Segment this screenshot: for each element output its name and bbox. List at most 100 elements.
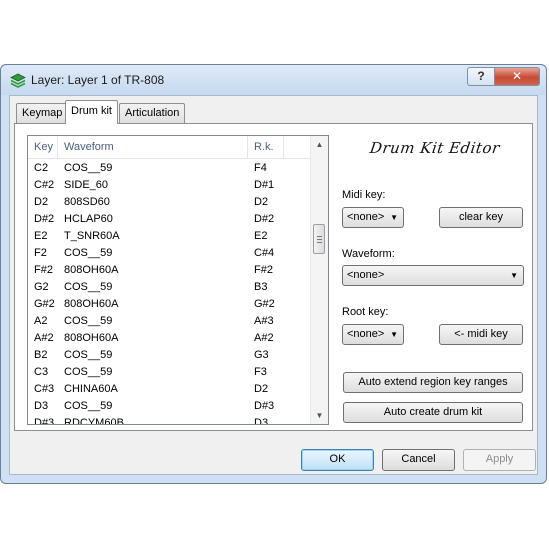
- scroll-up-icon[interactable]: ▲: [311, 136, 328, 153]
- close-button[interactable]: ✕: [494, 67, 540, 86]
- row-root-key: B3: [254, 281, 268, 293]
- row-waveform: COS__59: [64, 400, 113, 412]
- list-row[interactable]: F#2 808OH60A F#2: [28, 262, 311, 279]
- list-row[interactable]: G#2 808OH60A G#2: [28, 296, 311, 313]
- list-row[interactable]: G2 COS__59 B3: [28, 279, 311, 296]
- ok-button[interactable]: OK: [301, 449, 374, 471]
- midi-key-label: Midi key:: [342, 189, 386, 201]
- list-row[interactable]: C#3 CHINA60A D2: [28, 381, 311, 398]
- row-key: C2: [34, 162, 49, 174]
- column-header-waveform[interactable]: Waveform: [58, 136, 248, 158]
- scroll-thumb[interactable]: [313, 224, 325, 254]
- row-waveform: T_SNR60A: [64, 230, 120, 242]
- scroll-down-icon[interactable]: ▼: [311, 407, 328, 424]
- list-rows: C2 COS__59 F4 C#2 SIDE_60 D#1 D2 808SD60 D2 D#2 HC…: [28, 160, 311, 425]
- waveform-value: <none>: [347, 269, 385, 281]
- list-row[interactable]: C2 COS__59 F4: [28, 160, 311, 177]
- row-root-key: A#2: [254, 332, 274, 344]
- column-header-root-key[interactable]: R.k.: [248, 136, 284, 158]
- row-key: D#2: [34, 213, 55, 225]
- row-waveform: COS__59: [64, 366, 113, 378]
- waveform-select[interactable]: <none> ▼: [342, 265, 524, 286]
- list-row[interactable]: C3 COS__59 F3: [28, 364, 311, 381]
- tab-drum-kit[interactable]: Drum kit: [65, 100, 118, 124]
- waveform-label: Waveform:: [342, 248, 395, 260]
- root-key-select[interactable]: <none> ▼: [342, 324, 404, 345]
- midi-key-button[interactable]: <- midi key: [439, 324, 523, 345]
- row-root-key: D#1: [254, 179, 275, 191]
- midi-key-select[interactable]: <none> ▼: [342, 207, 404, 228]
- list-row[interactable]: D3 COS__59 D#3: [28, 398, 311, 415]
- drum-kit-panel: Key Waveform R.k. C2 COS__59 F4 C#2 SIDE_60 D…: [14, 123, 533, 431]
- row-root-key: F#2: [254, 264, 273, 276]
- row-key: G#2: [34, 298, 55, 310]
- tab-keymap[interactable]: Keymap: [16, 103, 69, 123]
- list-row[interactable]: D#2 HCLAP60 D#2: [28, 211, 311, 228]
- row-key: F#2: [34, 264, 53, 276]
- row-waveform: HCLAP60: [64, 213, 113, 225]
- help-icon: ?: [477, 69, 485, 83]
- list-row[interactable]: F2 COS__59 C#4: [28, 245, 311, 262]
- list-row[interactable]: D#3 RDCYM60B D3: [28, 415, 311, 425]
- apply-button: Apply: [463, 449, 536, 471]
- row-key: B2: [34, 349, 48, 361]
- row-waveform: 808OH60A: [64, 264, 119, 276]
- chevron-down-icon: ▼: [390, 213, 398, 222]
- row-key: C#2: [34, 179, 55, 191]
- row-root-key: G3: [254, 349, 269, 361]
- row-key: D3: [34, 400, 49, 412]
- list-row[interactable]: C#2 SIDE_60 D#1: [28, 177, 311, 194]
- row-root-key: A#3: [254, 315, 274, 327]
- column-header-key[interactable]: Key: [28, 136, 58, 158]
- row-root-key: E2: [254, 230, 268, 242]
- dialog-window: Layer: Layer 1 of TR-808 ? ✕ Keymap Drum…: [0, 64, 547, 484]
- row-key: C#3: [34, 383, 55, 395]
- title-bar[interactable]: Layer: Layer 1 of TR-808 ? ✕: [1, 65, 546, 95]
- list-header: Key Waveform R.k.: [28, 136, 311, 159]
- row-waveform: CHINA60A: [64, 383, 118, 395]
- auto-create-drum-kit-button[interactable]: Auto create drum kit: [343, 402, 523, 423]
- help-button[interactable]: ?: [467, 67, 495, 86]
- key-list[interactable]: Key Waveform R.k. C2 COS__59 F4 C#2 SIDE_60 D…: [27, 135, 329, 425]
- cancel-button[interactable]: Cancel: [382, 449, 455, 471]
- row-root-key: D2: [254, 196, 269, 208]
- root-key-label: Root key:: [342, 306, 389, 318]
- list-row[interactable]: B2 COS__59 G3: [28, 347, 311, 364]
- row-root-key: F3: [254, 366, 267, 378]
- row-root-key: D#2: [254, 213, 275, 225]
- list-row[interactable]: A#2 808OH60A A#2: [28, 330, 311, 347]
- layers-icon: [10, 73, 26, 88]
- midi-key-value: <none>: [347, 211, 385, 223]
- row-key: F2: [34, 247, 47, 259]
- clear-key-button[interactable]: clear key: [439, 207, 523, 228]
- row-key: D#3: [34, 417, 55, 425]
- row-waveform: 808SD60: [64, 196, 110, 208]
- row-root-key: G#2: [254, 298, 275, 310]
- window-title: Layer: Layer 1 of TR-808: [31, 73, 165, 87]
- row-waveform: COS__59: [64, 349, 113, 361]
- chevron-down-icon: ▼: [510, 271, 518, 280]
- row-key: A2: [34, 315, 48, 327]
- root-key-value: <none>: [347, 328, 385, 340]
- row-root-key: C#4: [254, 247, 275, 259]
- list-row[interactable]: A2 COS__59 A#3: [28, 313, 311, 330]
- row-key: C3: [34, 366, 49, 378]
- list-row[interactable]: E2 T_SNR60A E2: [28, 228, 311, 245]
- row-waveform: RDCYM60B: [64, 417, 124, 425]
- row-waveform: 808OH60A: [64, 332, 119, 344]
- dialog-client-area: Keymap Drum kit Articulation Key Wavefor…: [9, 95, 538, 475]
- row-waveform: COS__59: [64, 162, 113, 174]
- row-root-key: D2: [254, 383, 269, 395]
- vertical-scrollbar[interactable]: ▲ ▼: [310, 136, 328, 424]
- row-key: E2: [34, 230, 48, 242]
- row-key: A#2: [34, 332, 54, 344]
- row-waveform: COS__59: [64, 315, 113, 327]
- row-root-key: D3: [254, 417, 269, 425]
- list-row[interactable]: D2 808SD60 D2: [28, 194, 311, 211]
- chevron-down-icon: ▼: [390, 330, 398, 339]
- auto-extend-ranges-button[interactable]: Auto extend region key ranges: [343, 372, 523, 393]
- row-waveform: SIDE_60: [64, 179, 109, 191]
- row-waveform: COS__59: [64, 247, 113, 259]
- tab-articulation[interactable]: Articulation: [119, 103, 186, 123]
- row-root-key: D#3: [254, 400, 275, 412]
